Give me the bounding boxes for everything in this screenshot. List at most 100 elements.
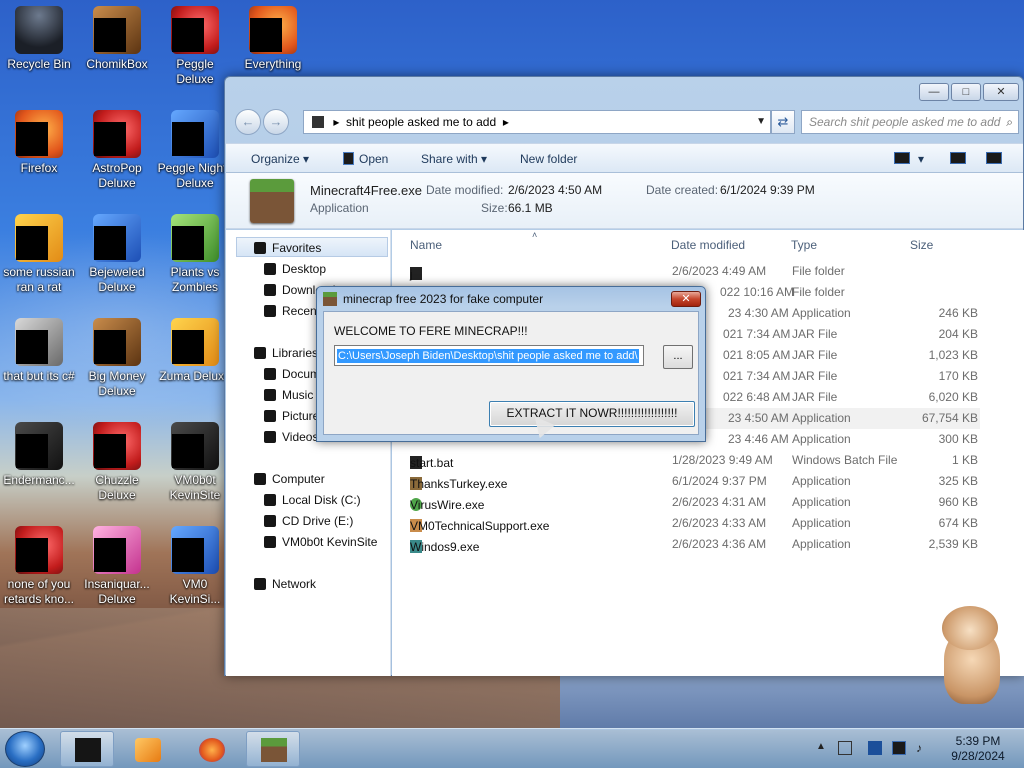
close-button[interactable]: ✕ [983,83,1019,101]
peggle-icon [171,6,219,54]
extract-path-input[interactable]: C:\Users\Joseph Biden\Desktop\shit peopl… [334,345,644,366]
network-drive-icon [264,536,276,548]
desktop-icon-vm0b0t[interactable]: VM0b0t KevinSite [156,422,234,503]
documents-icon [264,368,276,380]
desktop-icon-zuma[interactable]: Zuma Deluxe [156,318,234,384]
file-row[interactable]: VM0TechnicalSupport.exe 2/6/2023 4:33 AM… [410,513,980,534]
nav-videos[interactable]: Videos [264,430,318,444]
address-path[interactable]: shit people asked me to add [346,115,496,129]
file-row[interactable]: ThanksTurkey.exe 6/1/2024 9:37 PM Applica… [410,471,980,492]
preview-pane-icon[interactable] [950,152,966,164]
minecraft-icon [250,179,294,223]
welcome-text: WELCOME TO FERE MINECRAP!!! [334,324,528,338]
view-dropdown-icon[interactable]: ▾ [918,152,924,166]
share-with-button[interactable]: Share with ▾ [421,152,487,166]
open-button[interactable]: Open [343,152,388,166]
app-icon [15,422,63,470]
action-center-icon[interactable] [838,741,852,755]
recent-places-icon [264,305,276,317]
app-icon [15,526,63,574]
nav-vm0b0t[interactable]: VM0b0t KevinSite [264,535,377,549]
details-filename: Minecraft4Free.exe [310,183,422,198]
sort-arrow-icon: ˄ [532,230,538,240]
desktop-icon-pvz[interactable]: Plants vs Zombies [156,214,234,295]
column-name[interactable]: Name [410,238,442,252]
file-row[interactable]: start.bat 1/28/2023 9:49 AM Windows Batch… [410,450,980,471]
file-row[interactable]: Windos9.exe 2/6/2023 4:36 AM Application 2… [410,534,980,555]
volume-icon[interactable]: ♪ [916,741,930,755]
app-icon [15,318,63,366]
clock[interactable]: 5:39 PM 9/28/2024 [938,734,1018,764]
start-button[interactable] [5,731,45,767]
nav-computer[interactable]: Computer [254,472,325,486]
address-bar[interactable]: ▸ shit people asked me to add ▸ ▼ [303,110,771,134]
taskbar-firefox[interactable] [184,731,238,767]
help-icon[interactable] [986,152,1002,164]
desktop-icon-chuzzle[interactable]: Chuzzle Deluxe [78,422,156,503]
music-icon [264,389,276,401]
browse-button[interactable]: ... [663,345,693,369]
nav-music[interactable]: Music [264,388,313,402]
nav-local-disk[interactable]: Local Disk (C:) [264,493,361,507]
nav-libraries[interactable]: Libraries [254,346,318,360]
videos-icon [264,431,276,443]
desktop-icon-russian-rat[interactable]: some russian ran a rat [0,214,78,295]
clock-date: 9/28/2024 [951,749,1005,763]
taskbar-minecrap[interactable] [246,731,300,767]
hamster-image [934,606,1008,706]
details-date-modified: 2/6/2023 4:50 AM [508,183,603,197]
taskbar-media-player[interactable] [120,731,174,767]
network-tray-icon[interactable] [892,741,906,755]
column-type[interactable]: Type [791,238,817,252]
refresh-button[interactable]: ⇄ [771,110,795,134]
pvz-icon [171,214,219,262]
desktop-icon-chomikbox[interactable]: ChomikBox [78,6,156,72]
minimize-button[interactable]: — [919,83,949,101]
desktop-icon-insaniquarium[interactable]: Insaniquar... Deluxe [78,526,156,607]
desktop-icon [264,263,276,275]
address-dropdown-icon[interactable]: ▼ [756,111,766,133]
nav-desktop[interactable]: Desktop [264,262,326,276]
view-options-icon[interactable] [894,152,910,164]
taskbar-explorer[interactable] [60,731,114,767]
pictures-icon [264,410,276,422]
command-bar: Organize ▾ Open Share with ▾ New folder … [226,143,1023,173]
extract-button[interactable]: EXTRACT IT NOWR!!!!!!!!!!!!!!!!!! [489,401,695,427]
taskbar: ▲ ♪ 5:39 PM 9/28/2024 [0,728,1024,768]
organize-button[interactable]: Organize ▾ [251,152,309,166]
desktop-icon-firefox[interactable]: Firefox [0,110,78,176]
desktop-icon-vm0[interactable]: VM0 KevinSi... [156,526,234,607]
desktop-icon-everything[interactable]: Everything [234,6,312,72]
peggle-nights-icon [171,110,219,158]
desktop-icon-that-but-csharp[interactable]: that but its c# [0,318,78,384]
desktop-icon-bejeweled[interactable]: Bejeweled Deluxe [78,214,156,295]
desktop-icon-peggle-nights[interactable]: Peggle Nights Deluxe [156,110,234,191]
file-row[interactable]: VirusWire.exe 2/6/2023 4:31 AM Applicatio… [410,492,980,513]
dialog-title: minecrap free 2023 for fake computer [343,292,544,306]
nav-cd-drive[interactable]: CD Drive (E:) [264,514,353,528]
show-hidden-icons[interactable]: ▲ [816,741,830,755]
desktop-icon-astropop[interactable]: AstroPop Deluxe [78,110,156,191]
folder-icon [312,116,324,128]
dialog-close-button[interactable]: ✕ [671,291,701,307]
forward-button[interactable]: → [263,109,289,135]
tray-app-icon[interactable] [868,741,882,755]
nav-favorites[interactable]: Favorites [254,241,321,255]
back-button[interactable]: ← [235,109,261,135]
libraries-icon [254,347,266,359]
firefox-icon [15,110,63,158]
desktop-icon-big-money[interactable]: Big Money Deluxe [78,318,156,399]
column-size[interactable]: Size [910,238,933,252]
search-input[interactable]: Search shit people asked me to add ⌕ [801,110,1019,134]
desktop-icon-endermanc[interactable]: Endermanc... [0,422,78,488]
maximize-button[interactable]: □ [951,83,981,101]
column-date-modified[interactable]: Date modified [671,238,745,252]
desktop-icon-peggle[interactable]: Peggle Deluxe [156,6,234,87]
search-icon[interactable]: ⌕ [1006,111,1013,133]
file-row[interactable]: j 2/6/2023 4:49 AM File folder [410,261,980,282]
extract-path-value: C:\Users\Joseph Biden\Desktop\shit peopl… [337,349,639,363]
desktop-icon-recycle-bin[interactable]: Recycle Bin [0,6,78,72]
new-folder-button[interactable]: New folder [520,152,577,166]
nav-network[interactable]: Network [254,577,316,591]
desktop-icon-none-of-you[interactable]: none of you retards kno... [0,526,78,607]
